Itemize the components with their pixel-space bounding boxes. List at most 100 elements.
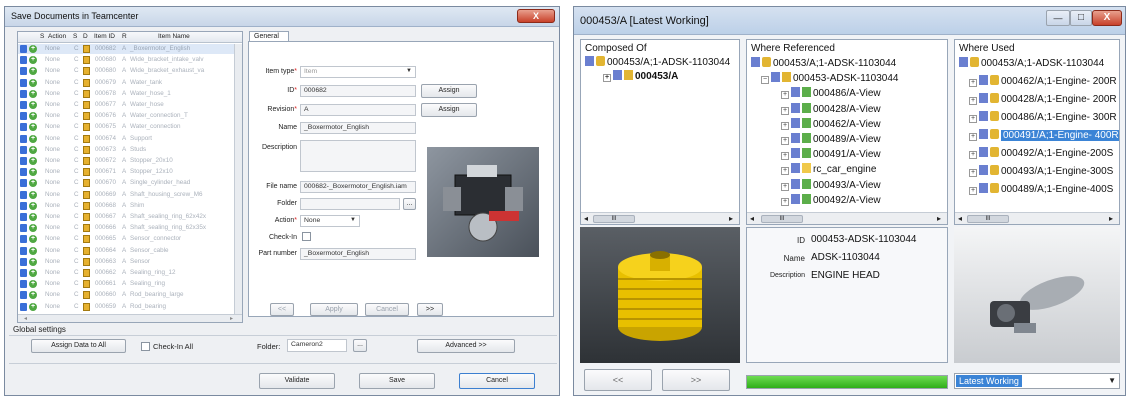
table-row[interactable]: + None C 000678 A Water_hose_1 [18, 89, 236, 99]
where-referenced-item[interactable]: +000462/A-View [781, 117, 881, 130]
close-icon[interactable]: X [1092, 10, 1122, 26]
next-item-button[interactable]: >> [417, 303, 443, 316]
maximize-icon[interactable]: □ [1070, 10, 1092, 26]
col-header-r[interactable]: R [122, 33, 127, 40]
grid-vertical-scrollbar[interactable] [234, 44, 242, 314]
expand-icon[interactable]: + [781, 106, 789, 115]
folder-browse-button[interactable]: ... [403, 198, 416, 210]
col-header-s[interactable]: S [40, 33, 44, 40]
scroll-right-arrow[interactable]: ▸ [1109, 214, 1113, 223]
assign-id-button[interactable]: Assign [421, 84, 477, 98]
table-row[interactable]: + None C 000663 A Sensor [18, 257, 236, 267]
previous-item-button[interactable]: << [270, 303, 294, 316]
save-button[interactable]: Save [359, 373, 435, 389]
expand-icon[interactable]: + [969, 97, 977, 105]
table-row[interactable]: + None C 000664 A Sensor_cable [18, 246, 236, 256]
minimize-icon[interactable]: — [1046, 10, 1070, 26]
where-used-scrollbar[interactable]: ◂ III ▸ [955, 212, 1119, 224]
col-header-d[interactable]: D [83, 33, 88, 40]
where-referenced-item[interactable]: 000453/A;1-ADSK-1103044 [751, 57, 896, 69]
expand-icon[interactable]: + [781, 91, 789, 100]
where-used-item[interactable]: +000492/A;1-Engine-200S [969, 147, 1113, 159]
where-used-item[interactable]: 000453/A;1-ADSK-1103044 [959, 57, 1104, 69]
table-row[interactable]: + None C 000675 A Water_connection [18, 122, 236, 132]
where-used-item[interactable]: +000491/A;1-Engine- 400R [969, 129, 1119, 141]
where-used-item[interactable]: +000486/A;1-Engine- 300R [969, 111, 1117, 123]
table-row[interactable]: + None C 000671 A Stopper_12x10 [18, 167, 236, 177]
composed-of-item-root[interactable]: 000453/A;1-ADSK-1103044 [585, 56, 730, 68]
where-referenced-item[interactable]: +000486/A-View [781, 87, 881, 100]
collapse-icon[interactable]: − [761, 76, 769, 85]
apply-button[interactable]: Apply [310, 303, 358, 316]
table-row[interactable]: + None C 000680 A Wide_bracket_exhaust_va [18, 66, 236, 76]
scroll-left-arrow[interactable]: ◂ [750, 214, 754, 223]
next-button[interactable]: >> [662, 369, 730, 391]
scroll-left-arrow[interactable]: ◂ [24, 315, 27, 322]
scroll-thumb[interactable]: III [593, 215, 635, 223]
table-row[interactable]: + None C 000670 A Single_cylinder_head [18, 178, 236, 188]
assign-revision-button[interactable]: Assign [421, 103, 477, 117]
where-referenced-item[interactable]: +000491/A-View [781, 148, 881, 161]
where-referenced-item[interactable]: +000492/A-View [781, 193, 881, 206]
table-row[interactable]: + None C 000668 A Shim [18, 201, 236, 211]
documents-grid[interactable]: S Action S D Item ID R Item Name + None C 0… [17, 31, 243, 323]
advanced-button[interactable]: Advanced >> [417, 339, 515, 353]
where-referenced-item[interactable]: +000489/A-View [781, 133, 881, 145]
table-row[interactable]: + None C 000659 A Rod_bearing [18, 302, 236, 312]
checkin-all-checkbox[interactable] [141, 342, 150, 351]
table-row[interactable]: + None C 000674 A Support [18, 134, 236, 144]
composed-of-item-child[interactable]: +000453/A [603, 70, 678, 82]
previous-button[interactable]: << [584, 369, 652, 391]
table-row[interactable]: + None C 000666 A Shaft_sealing_ring_62x35x [18, 223, 236, 233]
expand-icon[interactable]: + [969, 115, 977, 123]
table-row[interactable]: + None C 000677 A Water_hose [18, 100, 236, 110]
table-row[interactable]: + None C 000667 A Shaft_sealing_ring_62x42x [18, 212, 236, 222]
table-row[interactable]: + None C 000665 A Sensor_connector [18, 234, 236, 244]
file-name-field[interactable]: 000682-_Boxermotor_English.iam [300, 181, 416, 193]
close-icon[interactable]: X [517, 9, 555, 23]
name-field[interactable]: _Boxermotor_English [300, 122, 416, 134]
validate-button[interactable]: Validate [259, 373, 335, 389]
expand-icon[interactable]: + [969, 79, 977, 87]
where-referenced-item[interactable]: +000493/A-View [781, 178, 881, 191]
action-select[interactable]: None ▼ [300, 215, 360, 227]
global-folder-browse-button[interactable]: ... [353, 339, 367, 352]
expand-icon[interactable]: + [781, 152, 789, 161]
expand-icon[interactable]: + [781, 137, 789, 145]
scroll-right-arrow[interactable]: ▸ [230, 315, 233, 322]
grid-horizontal-scrollbar[interactable]: ◂ ▸ [18, 314, 242, 322]
col-header-item-id[interactable]: Item ID [94, 33, 115, 40]
description-field[interactable] [300, 140, 416, 172]
expand-icon[interactable]: + [969, 187, 977, 195]
revision-field[interactable]: A [300, 104, 416, 116]
composed-of-scrollbar[interactable]: ◂ III ▸ [581, 212, 739, 224]
expand-icon[interactable]: + [969, 133, 977, 141]
table-row[interactable]: + None C 000669 A Shaft_housing_screw_M6 [18, 190, 236, 200]
part-number-field[interactable]: _Boxermotor_English [300, 248, 416, 260]
id-field[interactable]: 000682 [300, 85, 416, 97]
col-header-action[interactable]: Action [48, 33, 66, 40]
table-row[interactable]: + None C 000676 A Water_connection_T [18, 111, 236, 121]
scroll-left-arrow[interactable]: ◂ [584, 214, 588, 223]
scroll-thumb[interactable]: III [967, 215, 1009, 223]
table-row[interactable]: + None C 000680 A Wide_bracket_intake_valv [18, 55, 236, 65]
assign-data-to-all-button[interactable]: Assign Data to All [31, 339, 126, 353]
item-type-select[interactable]: Item ▼ [300, 66, 416, 78]
global-folder-field[interactable]: Cameron2 [287, 339, 347, 352]
where-used-item[interactable]: +000489/A;1-Engine-400S [969, 183, 1113, 195]
checkin-checkbox[interactable] [302, 232, 311, 241]
where-referenced-item[interactable]: +000428/A-View [781, 102, 881, 115]
col-header-item-name[interactable]: Item Name [158, 33, 190, 40]
where-referenced-item[interactable]: − 000453-ADSK-1103044 [761, 72, 898, 85]
expand-icon[interactable]: + [781, 197, 789, 206]
table-row[interactable]: + None C 000673 A Studs [18, 145, 236, 155]
expand-icon[interactable]: + [781, 121, 789, 130]
where-referenced-item[interactable]: + rc_car_engine [781, 163, 876, 176]
scroll-right-arrow[interactable]: ▸ [937, 214, 941, 223]
where-referenced-scrollbar[interactable]: ◂ III ▸ [747, 212, 947, 224]
revision-rule-select[interactable]: Latest Working ▼ [954, 373, 1120, 389]
scroll-right-arrow[interactable]: ▸ [729, 214, 733, 223]
table-row[interactable]: + None C 000682 A _Boxermotor_English [18, 44, 236, 54]
expand-icon[interactable]: + [969, 169, 977, 177]
table-row[interactable]: + None C 000662 A Sealing_ring_12 [18, 268, 236, 278]
